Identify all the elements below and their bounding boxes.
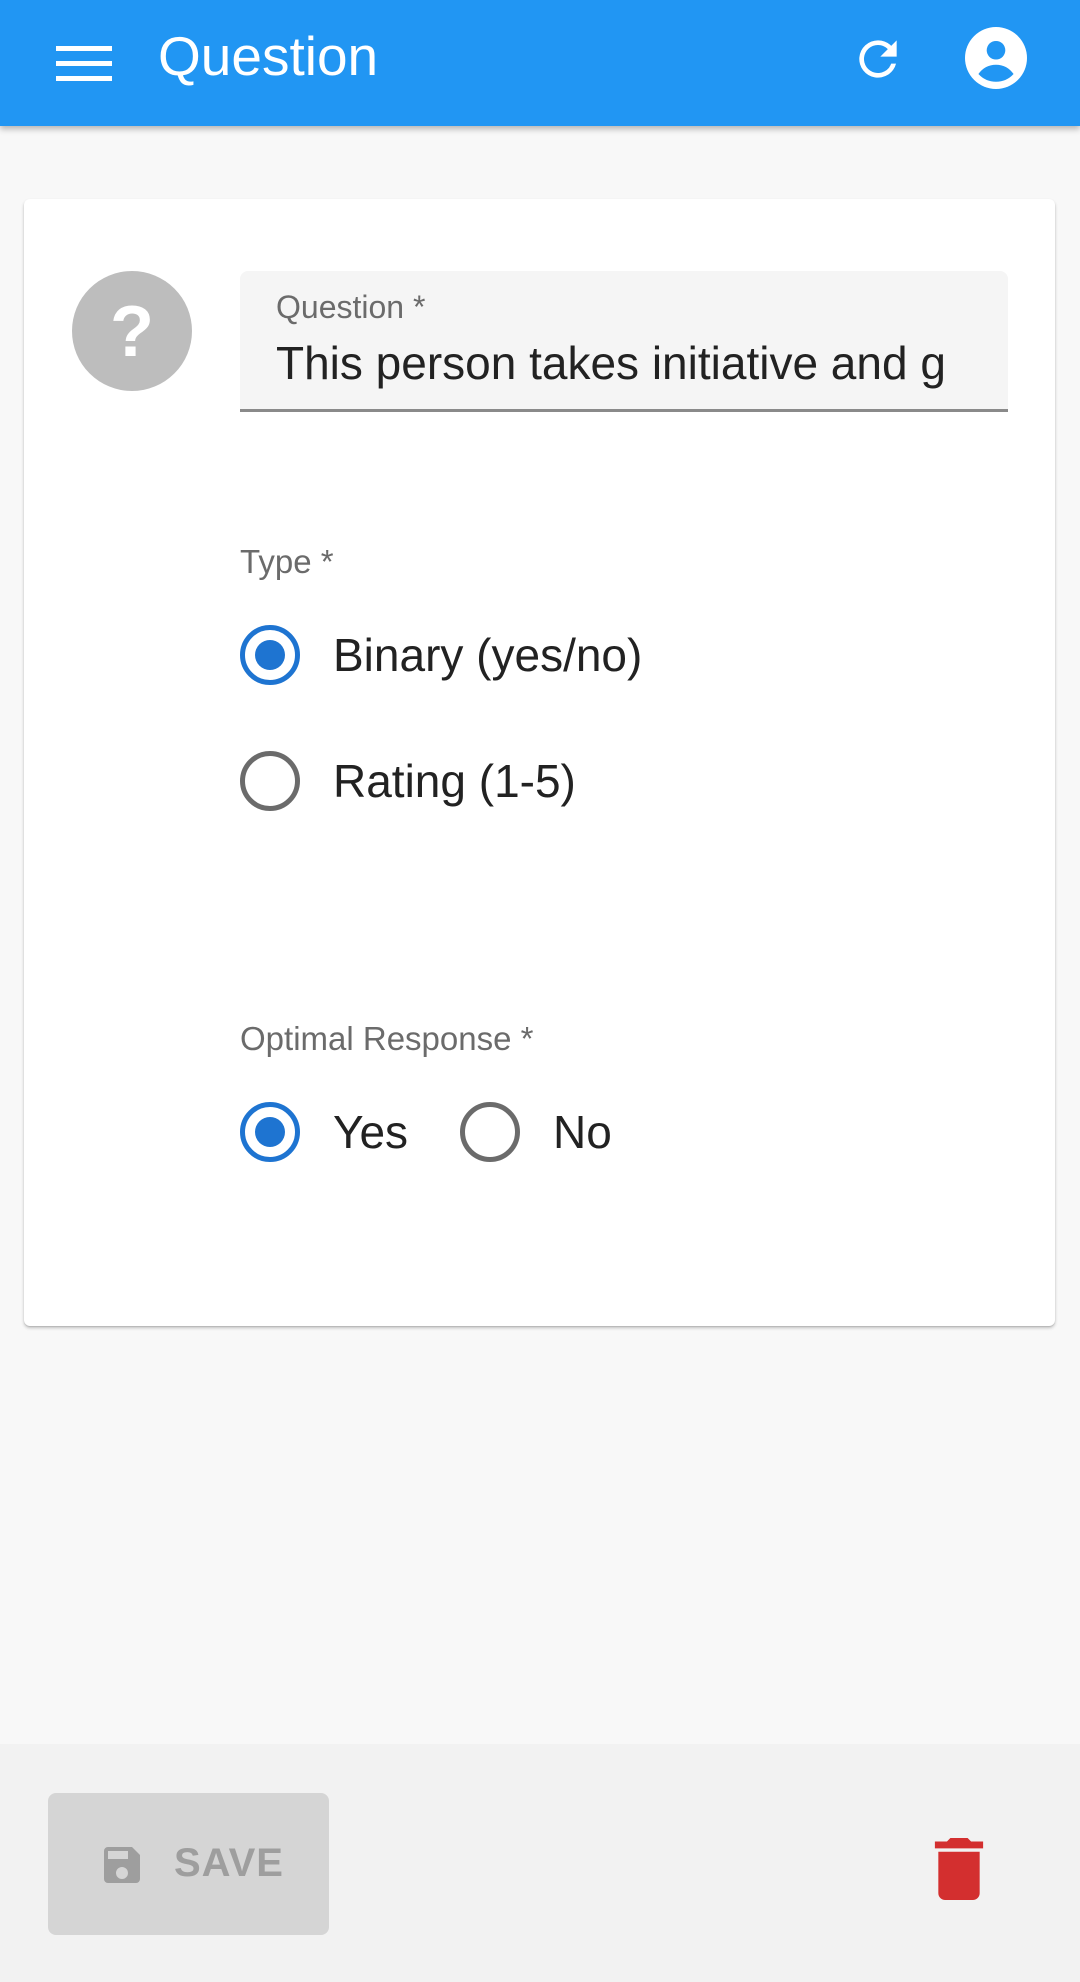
optimal-response-no[interactable]: No [460, 1102, 612, 1162]
refresh-button[interactable] [843, 24, 913, 94]
optimal-response-no-label: No [553, 1106, 612, 1158]
radio-checked-icon [240, 1102, 300, 1162]
account-circle-icon [965, 27, 1027, 89]
radio-unchecked-icon [240, 751, 300, 811]
trash-icon [934, 1838, 984, 1900]
question-mark-icon: ? [110, 296, 154, 366]
delete-button[interactable] [918, 1828, 1000, 1910]
svg-text:?: ? [110, 296, 154, 366]
question-field[interactable]: Question * [240, 271, 1008, 412]
account-button[interactable] [960, 22, 1032, 94]
question-field-label: Question * [276, 289, 426, 325]
type-option-rating[interactable]: Rating (1-5) [240, 751, 576, 811]
floppy-disk-icon [104, 1847, 140, 1883]
type-option-binary-label: Binary (yes/no) [333, 629, 643, 681]
hamburger-menu-icon [56, 46, 112, 81]
question-input[interactable] [276, 333, 976, 393]
save-button-label: SAVE [174, 1841, 284, 1885]
app-bar: Question [0, 0, 1080, 126]
save-button[interactable]: SAVE [48, 1793, 329, 1935]
optimal-response-label: Optimal Response * [240, 1020, 534, 1057]
optimal-response-yes-label: Yes [333, 1106, 409, 1158]
page-title: Question [158, 25, 379, 87]
question-avatar: ? [72, 271, 192, 391]
optimal-response-yes[interactable]: Yes [240, 1102, 408, 1162]
radio-checked-icon [240, 625, 300, 685]
refresh-icon [859, 40, 897, 78]
menu-button[interactable] [52, 32, 116, 96]
type-option-rating-label: Rating (1-5) [333, 755, 576, 807]
radio-unchecked-icon [460, 1102, 520, 1162]
type-option-binary[interactable]: Binary (yes/no) [240, 625, 642, 685]
type-label: Type * [240, 543, 334, 580]
